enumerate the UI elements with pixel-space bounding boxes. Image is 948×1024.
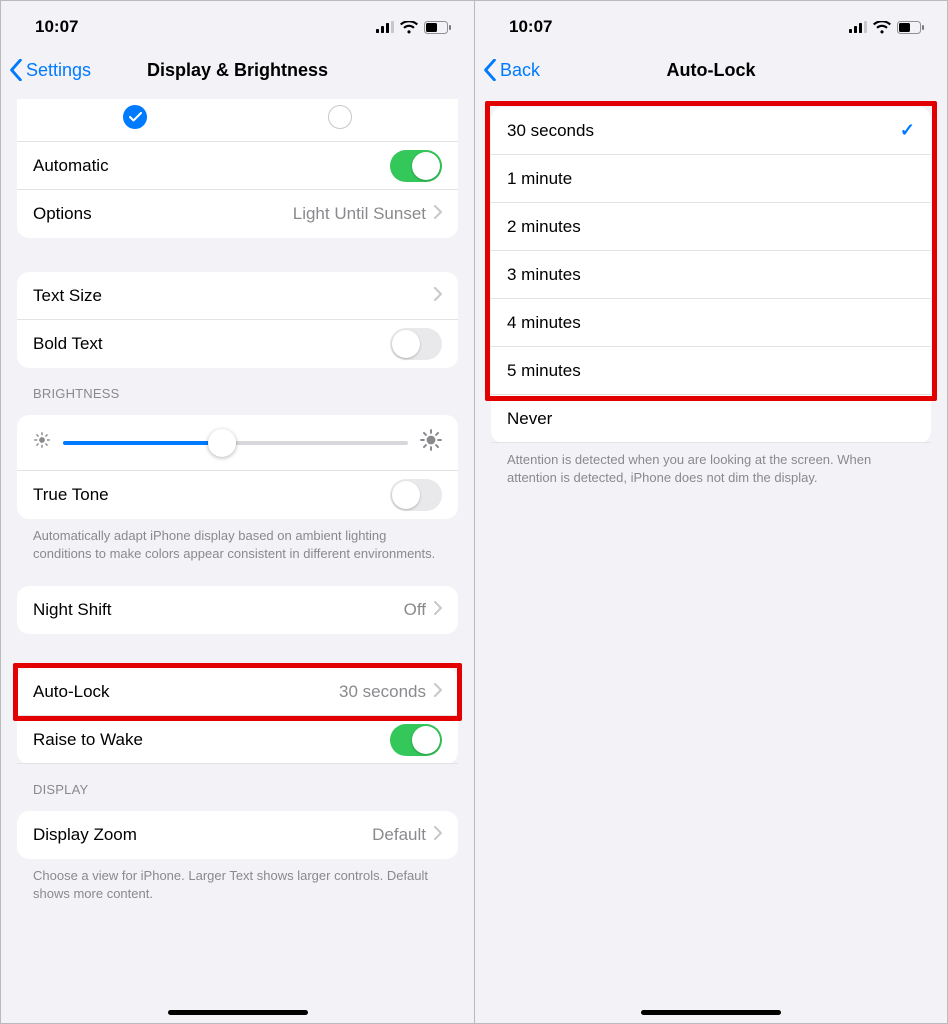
battery-icon [897,21,925,34]
true-tone-footer: Automatically adapt iPhone display based… [1,519,474,564]
display-zoom-group: Display Zoom Default [17,811,458,859]
display-zoom-value: Default [372,825,426,845]
raise-to-wake-row[interactable]: Raise to Wake [17,716,458,764]
true-tone-toggle[interactable] [390,479,442,511]
options-row[interactable]: Options Light Until Sunset [17,190,458,238]
option-row[interactable]: 1 minute [491,155,931,203]
bold-text-row[interactable]: Bold Text [17,320,458,368]
brightness-slider-row [17,415,458,471]
back-button[interactable]: Settings [9,59,91,81]
display-zoom-footer: Choose a view for iPhone. Larger Text sh… [1,859,474,904]
option-label: 4 minutes [507,313,915,333]
text-group: Text Size Bold Text [17,272,458,368]
auto-lock-options-group: 30 seconds ✓ 1 minute 2 minutes 3 minute… [491,107,931,443]
raise-to-wake-toggle[interactable] [390,724,442,756]
option-row[interactable]: 4 minutes [491,299,931,347]
text-size-row[interactable]: Text Size [17,272,458,320]
status-icons [376,21,452,34]
option-row[interactable]: Never [491,395,931,443]
cellular-icon [376,21,394,33]
option-label: 3 minutes [507,265,915,285]
display-zoom-row[interactable]: Display Zoom Default [17,811,458,859]
true-tone-row[interactable]: True Tone [17,471,458,519]
appearance-light-radio[interactable] [123,105,147,129]
sun-small-icon [33,431,51,454]
true-tone-label: True Tone [33,485,390,505]
nav-bar: Back Auto-Lock [475,47,947,93]
checkmark-icon: ✓ [900,120,915,141]
appearance-group: Automatic Options Light Until Sunset [17,99,458,238]
auto-lock-footer: Attention is detected when you are looki… [475,443,947,488]
page-title: Auto-Lock [475,60,947,81]
chevron-right-icon [434,600,442,620]
status-time: 10:07 [509,17,552,37]
options-label: Options [33,204,293,224]
chevron-left-icon [9,59,23,81]
text-size-label: Text Size [33,286,426,306]
screen-auto-lock: 10:07 Back Auto-Lock 30 seconds ✓ 1 minu… [474,1,947,1023]
auto-lock-label: Auto-Lock [33,682,339,702]
option-label: 1 minute [507,169,915,189]
brightness-slider-thumb[interactable] [208,429,236,457]
chevron-right-icon [434,825,442,845]
auto-lock-row[interactable]: Auto-Lock 30 seconds [17,668,458,716]
battery-icon [424,21,452,34]
wifi-icon [400,21,418,34]
automatic-toggle[interactable] [390,150,442,182]
bold-text-toggle[interactable] [390,328,442,360]
content-scroll[interactable]: 30 seconds ✓ 1 minute 2 minutes 3 minute… [475,93,947,1023]
chevron-right-icon [434,682,442,702]
back-label: Settings [26,60,91,81]
automatic-label: Automatic [33,156,390,176]
option-label: 2 minutes [507,217,915,237]
content-scroll[interactable]: Automatic Options Light Until Sunset Tex… [1,93,474,1023]
bold-text-label: Bold Text [33,334,390,354]
brightness-slider[interactable] [63,441,408,445]
raise-to-wake-label: Raise to Wake [33,730,390,750]
option-row[interactable]: 3 minutes [491,251,931,299]
status-time: 10:07 [35,17,78,37]
options-value: Light Until Sunset [293,204,426,224]
nav-bar: Settings Display & Brightness [1,47,474,93]
home-indicator[interactable] [641,1010,781,1015]
automatic-row[interactable]: Automatic [17,142,458,190]
option-label: 5 minutes [507,361,915,381]
night-shift-row[interactable]: Night Shift Off [17,586,458,634]
back-label: Back [500,60,540,81]
brightness-slider-fill [63,441,222,445]
option-row[interactable]: 5 minutes [491,347,931,395]
display-zoom-label: Display Zoom [33,825,372,845]
option-label: 30 seconds [507,121,900,141]
option-label: Never [507,409,915,429]
night-shift-value: Off [404,600,426,620]
lock-group: Auto-Lock 30 seconds Raise to Wake [17,668,458,764]
brightness-header: BRIGHTNESS [1,368,474,407]
back-button[interactable]: Back [483,59,540,81]
chevron-right-icon [434,204,442,224]
chevron-right-icon [434,286,442,306]
status-bar: 10:07 [1,1,474,47]
option-row[interactable]: 30 seconds ✓ [491,107,931,155]
chevron-left-icon [483,59,497,81]
appearance-dark-radio[interactable] [328,105,352,129]
home-indicator[interactable] [168,1010,308,1015]
sun-large-icon [420,429,442,456]
brightness-group: True Tone [17,415,458,519]
status-icons [849,21,925,34]
screen-display-brightness: 10:07 Settings Display & Brightness Auto… [1,1,474,1023]
status-bar: 10:07 [475,1,947,47]
night-shift-group: Night Shift Off [17,586,458,634]
option-row[interactable]: 2 minutes [491,203,931,251]
cellular-icon [849,21,867,33]
wifi-icon [873,21,891,34]
display-header: DISPLAY [1,764,474,803]
auto-lock-value: 30 seconds [339,682,426,702]
night-shift-label: Night Shift [33,600,404,620]
appearance-radio-row [17,99,458,142]
